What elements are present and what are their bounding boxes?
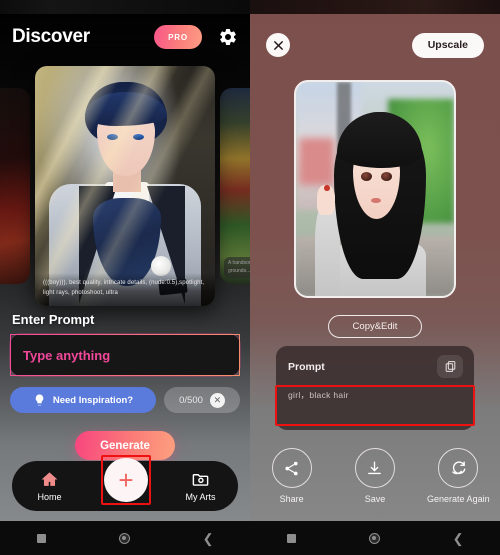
need-inspiration-button[interactable]: Need Inspiration?: [10, 387, 156, 413]
share-action[interactable]: Share: [257, 448, 327, 505]
character-counter-text: 0/500: [179, 394, 203, 406]
subject-nail: [324, 184, 330, 192]
fab-highlight-box: [101, 455, 151, 505]
lightbulb-icon: [33, 394, 46, 407]
square-icon[interactable]: [286, 533, 296, 543]
system-nav-bar-left: ❮: [0, 521, 250, 555]
clear-prompt-icon[interactable]: ✕: [209, 392, 225, 408]
generate-again-action[interactable]: Generate Again: [423, 448, 493, 505]
system-nav-bar-right: ❮: [250, 521, 500, 555]
discover-carousel[interactable]: A handsome grounds... (((boy))), best qu…: [0, 66, 250, 306]
generate-again-label: Generate Again: [427, 494, 490, 504]
square-icon[interactable]: [36, 533, 46, 543]
copy-prompt-button[interactable]: [437, 355, 463, 378]
download-icon: [354, 448, 395, 488]
save-action[interactable]: Save: [340, 448, 410, 505]
circle-icon[interactable]: [118, 532, 130, 544]
upscale-button[interactable]: Upscale: [411, 32, 484, 58]
prompt-section: Enter Prompt Type anything Need Inspirat…: [0, 306, 250, 413]
pro-badge[interactable]: PRO: [154, 25, 202, 49]
image-background-red-blur: [299, 137, 334, 185]
result-actions: Share Save Generate Again: [250, 448, 500, 505]
circle-icon[interactable]: [368, 532, 380, 544]
nav-home-label: Home: [37, 492, 62, 502]
need-inspiration-label: Need Inspiration?: [52, 394, 134, 406]
artwork-light-rays: [35, 66, 215, 306]
close-button[interactable]: [266, 33, 290, 57]
back-chevron-icon[interactable]: ❮: [453, 532, 464, 545]
page-title: Discover: [12, 26, 90, 47]
result-screen: Upscale Copy&Edit Prompt girl，black hair…: [250, 0, 500, 555]
save-label: Save: [364, 494, 386, 504]
generated-image[interactable]: [294, 80, 456, 298]
home-icon: [40, 470, 59, 489]
share-label: Share: [279, 494, 304, 504]
share-icon: [271, 448, 312, 488]
nav-item-home[interactable]: Home: [12, 470, 87, 502]
status-bar-right: [250, 0, 500, 14]
prompt-highlight-box: [275, 385, 475, 426]
prompt-card-title: Prompt: [288, 360, 325, 373]
enter-prompt-label: Enter Prompt: [12, 312, 95, 327]
prompt-card-header: Prompt: [276, 346, 474, 378]
copy-edit-button[interactable]: Copy&Edit: [328, 315, 422, 338]
nav-item-my-arts[interactable]: My Arts: [163, 470, 238, 502]
carousel-card-current[interactable]: (((boy))), best quality, intricate detai…: [35, 66, 215, 306]
subject-mouth: [371, 197, 381, 203]
carousel-current-caption: (((boy))), best quality, intricate detai…: [35, 273, 215, 306]
gear-icon[interactable]: [218, 27, 238, 47]
discover-screen: Discover PRO A handsome grounds...: [0, 0, 250, 555]
character-counter: 0/500 ✕: [164, 387, 240, 413]
status-bar-left: [0, 0, 250, 14]
prompt-tools-row: Need Inspiration? 0/500 ✕: [10, 387, 240, 413]
prompt-input-placeholder: Type anything: [23, 347, 111, 363]
photo-folder-icon: [191, 470, 210, 489]
discover-header: Discover PRO: [0, 14, 250, 60]
result-header: Upscale: [250, 30, 500, 60]
refresh-icon: [438, 448, 479, 488]
carousel-card-next[interactable]: A handsome grounds...: [220, 88, 250, 284]
prompt-input[interactable]: Type anything: [10, 334, 240, 376]
carousel-card-previous[interactable]: [0, 88, 30, 284]
subject-eye-left: [360, 171, 372, 181]
back-chevron-icon[interactable]: ❮: [203, 532, 214, 545]
app-screenshot: Discover PRO A handsome grounds...: [0, 0, 500, 555]
nav-my-arts-label: My Arts: [185, 492, 216, 502]
carousel-next-caption: A handsome grounds...: [224, 257, 250, 278]
